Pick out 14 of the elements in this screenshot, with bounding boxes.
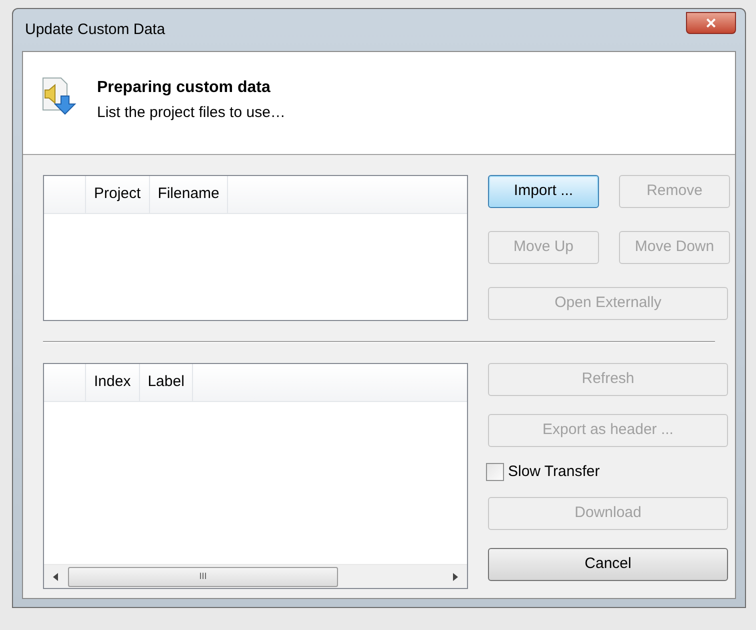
action-button[interactable]: Cancel [488,548,728,581]
horizontal-scrollbar[interactable]: III [44,564,467,588]
header-title: Preparing custom data [97,78,272,98]
column-heading[interactable]: Label [148,371,184,394]
column-heading[interactable]: Index [94,371,131,394]
list-view[interactable]: Index Label III [43,363,468,589]
column-heading[interactable]: Project [94,183,141,206]
window-title: Update Custom Data [24,20,166,40]
list-view[interactable]: Project Filename [43,175,468,321]
slow-transfer-checkbox[interactable]: Slow Transfer [486,465,728,479]
action-button[interactable]: Import ... [488,175,599,208]
column-heading[interactable]: Filename [158,183,220,206]
scrollbar-thumb[interactable]: III [68,566,338,586]
header-subtitle: List the project files to use… [97,103,286,123]
